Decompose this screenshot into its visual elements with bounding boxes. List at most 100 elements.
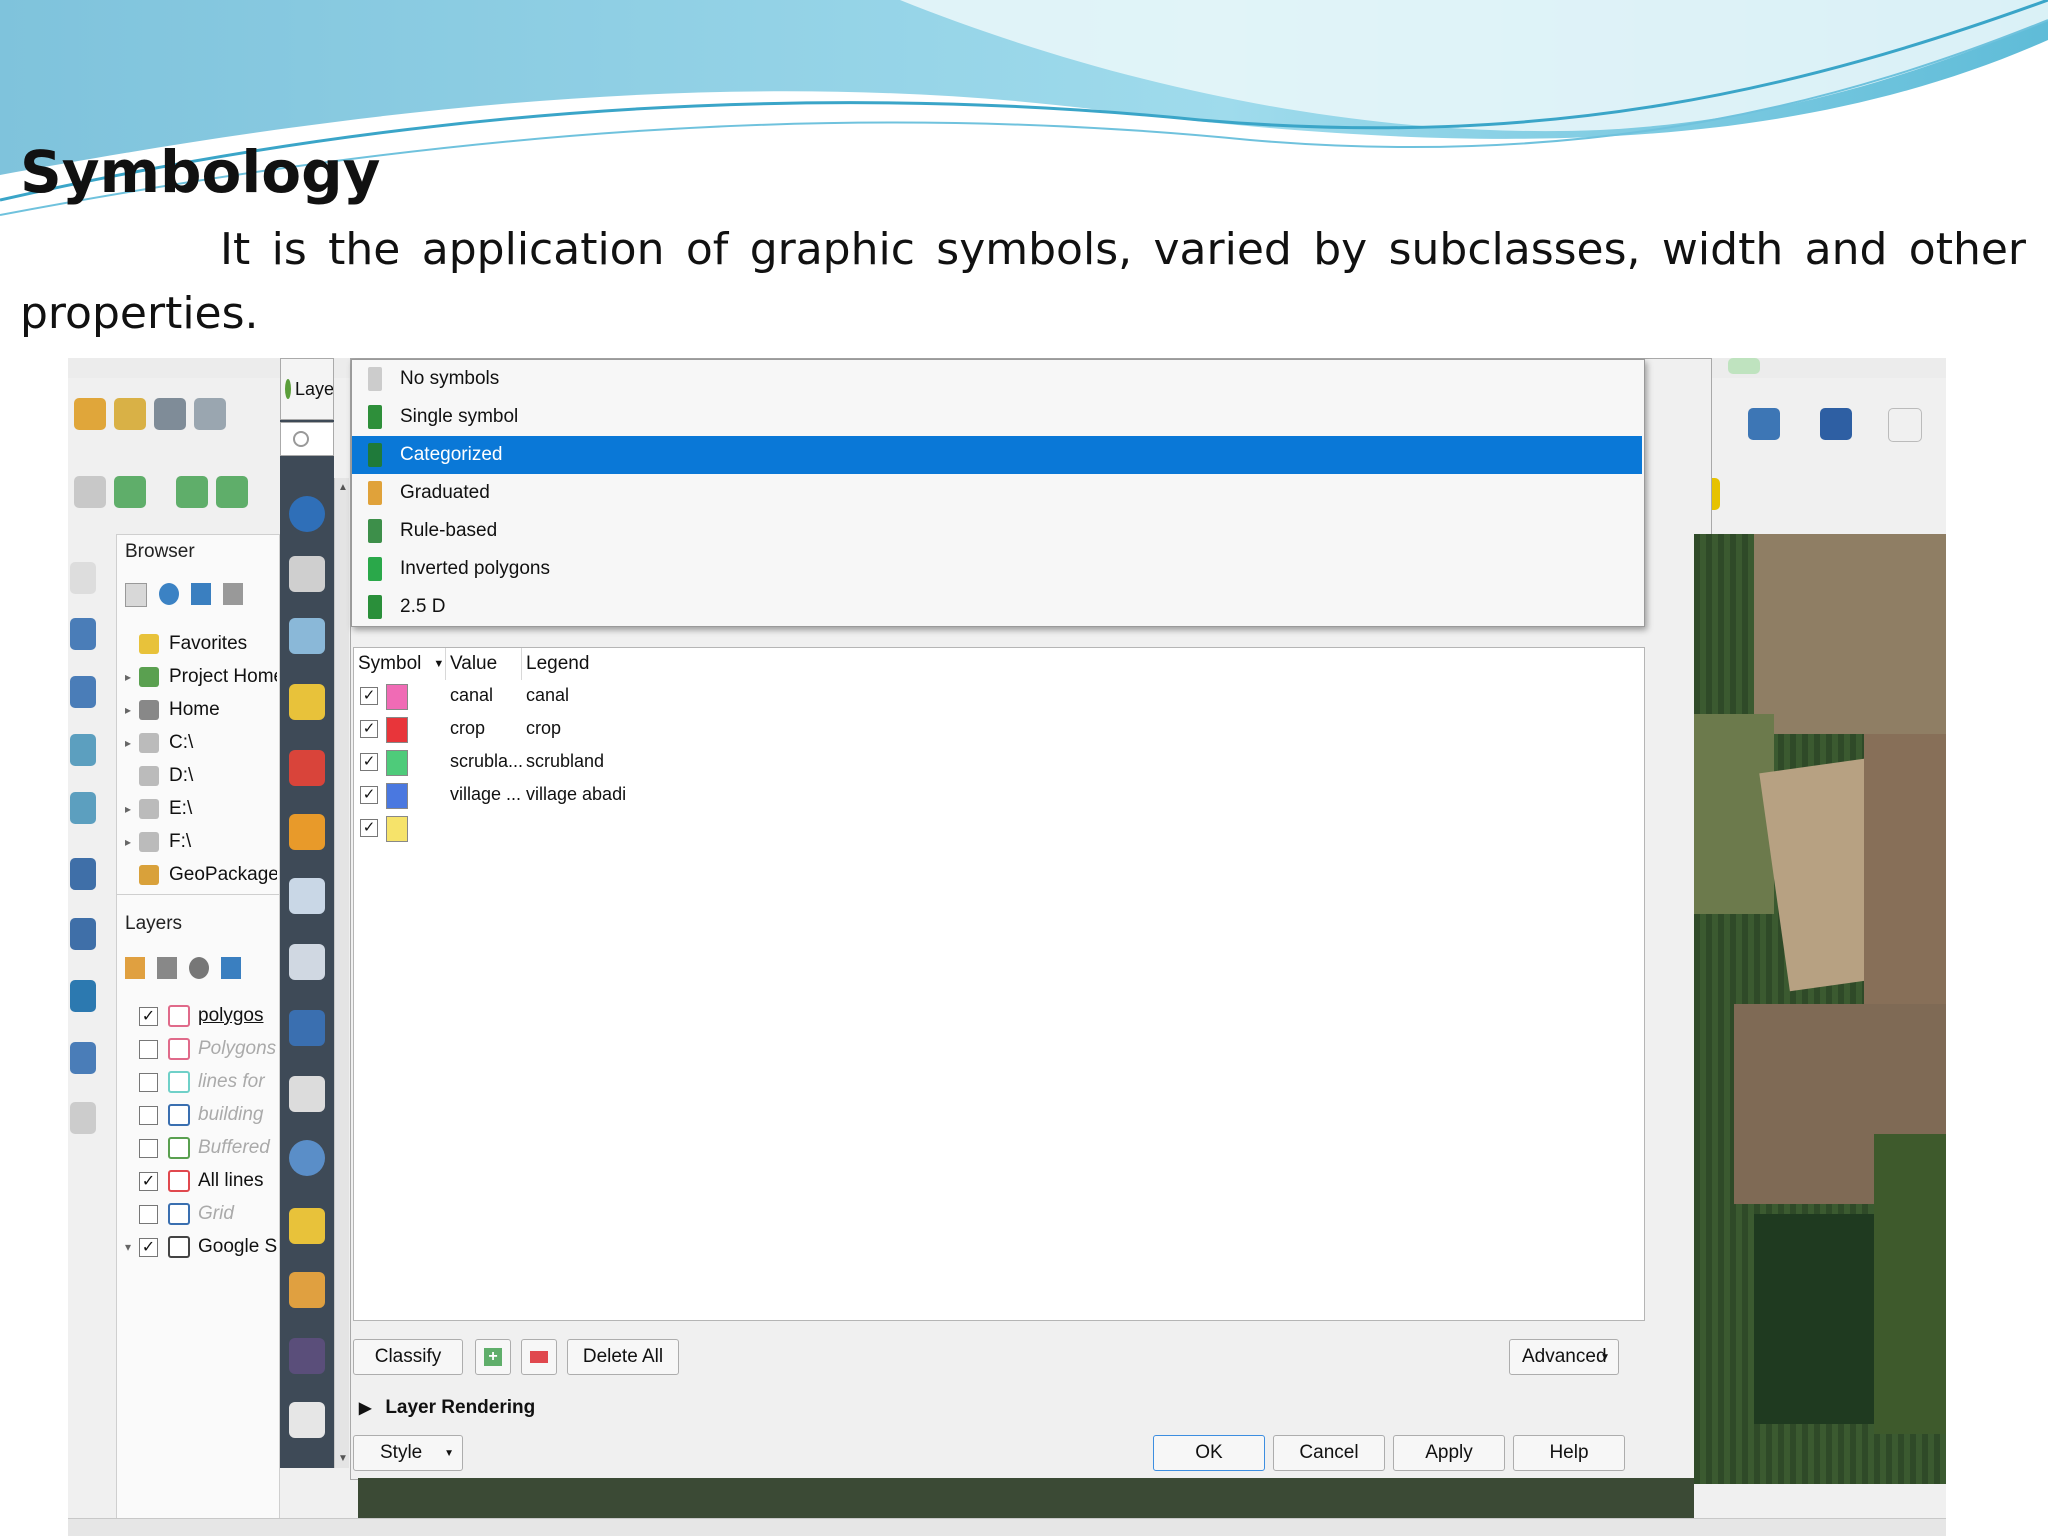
renderer-option[interactable]: No symbols — [352, 360, 1642, 398]
source-icon[interactable] — [289, 556, 325, 592]
layer-item[interactable]: building — [117, 1100, 264, 1130]
expand-arrow-icon[interactable]: ▸ — [117, 736, 139, 750]
layer-visibility-checkbox[interactable]: ✓ — [139, 1006, 158, 1026]
layer-visibility-checkbox[interactable] — [139, 1105, 158, 1125]
actions-icon[interactable] — [289, 1140, 325, 1176]
scroll-up-arrow-icon[interactable]: ▲ — [338, 482, 348, 493]
metadata-icon[interactable] — [289, 1402, 325, 1438]
globe-add-icon[interactable] — [70, 980, 96, 1012]
help-icon[interactable] — [1820, 408, 1852, 440]
renderer-option[interactable]: Inverted polygons — [352, 550, 1642, 588]
delete-all-button[interactable]: Delete All — [567, 1339, 679, 1375]
symbology-icon[interactable] — [289, 618, 325, 654]
scroll-down-arrow-icon[interactable]: ▼ — [338, 1453, 348, 1464]
expand-arrow-icon[interactable]: ▸ — [117, 703, 139, 717]
display-icon[interactable] — [289, 1208, 325, 1244]
add-selected-icon[interactable] — [125, 583, 147, 607]
category-checkbox[interactable]: ✓ — [360, 720, 378, 738]
browser-item[interactable]: ▸ Home — [117, 695, 220, 725]
crosshair-icon[interactable] — [1888, 408, 1922, 442]
layer-item[interactable]: Buffered — [117, 1133, 270, 1163]
category-symbol-swatch[interactable] — [386, 717, 408, 743]
layer-item[interactable]: ✓ polygos — [117, 1001, 264, 1031]
category-row[interactable]: ✓ — [354, 812, 1642, 844]
col-header-legend[interactable]: Legend — [522, 648, 1642, 680]
auxiliary-storage-icon[interactable] — [289, 1076, 325, 1112]
attributes-form-icon[interactable] — [289, 944, 325, 980]
category-symbol-swatch[interactable] — [386, 750, 408, 776]
refresh-icon[interactable] — [159, 583, 179, 605]
expand-arrow-icon[interactable]: ▸ — [117, 802, 139, 816]
layer-visibility-checkbox[interactable] — [139, 1204, 158, 1224]
browser-item[interactable]: Favorites — [117, 629, 247, 659]
browser-item[interactable]: ▸ C:\ — [117, 728, 193, 758]
expand-arrow-icon[interactable]: ▸ — [117, 670, 139, 684]
vertex-icon[interactable] — [70, 1102, 96, 1134]
renderer-option[interactable]: Rule-based — [352, 512, 1642, 550]
map-canvas[interactable] — [1694, 534, 1946, 1484]
3d-view-icon[interactable] — [289, 814, 325, 850]
collapse-all-icon[interactable] — [223, 583, 243, 605]
add-part-icon[interactable] — [70, 918, 96, 950]
browser-item[interactable]: GeoPackage — [117, 860, 277, 890]
col-header-symbol[interactable]: Symbol ▼ — [354, 648, 446, 680]
ok-button[interactable]: OK — [1153, 1435, 1265, 1471]
category-checkbox[interactable]: ✓ — [360, 753, 378, 771]
help-button[interactable]: Help — [1513, 1435, 1625, 1471]
renderer-option[interactable]: Categorized — [352, 436, 1642, 474]
category-row[interactable]: ✓ scrubla... scrubland — [354, 746, 1642, 778]
information-icon[interactable] — [289, 496, 325, 532]
category-symbol-swatch[interactable] — [386, 816, 408, 842]
advanced-button[interactable]: Advanced ▼ — [1509, 1339, 1619, 1375]
visibility-icon[interactable] — [189, 957, 209, 979]
add-feature-icon[interactable] — [114, 476, 146, 508]
open-project-icon[interactable] — [114, 398, 146, 430]
browser-item[interactable]: ▸ Project Home — [117, 662, 277, 692]
search-field[interactable] — [280, 422, 334, 456]
add-category-button[interactable]: + — [475, 1339, 511, 1375]
category-row[interactable]: ✓ crop crop — [354, 713, 1642, 745]
edit-feature-icon[interactable] — [176, 476, 208, 508]
renderer-option[interactable]: Graduated — [352, 474, 1642, 512]
renderer-option[interactable]: Single symbol — [352, 398, 1642, 436]
style-button[interactable]: Style ▼ — [353, 1435, 463, 1471]
layer-item[interactable]: Grid — [117, 1199, 234, 1229]
diagrams-icon[interactable] — [289, 750, 325, 786]
category-checkbox[interactable]: ✓ — [360, 687, 378, 705]
add-polygon-icon[interactable] — [70, 792, 96, 824]
layer-item[interactable]: ✓ All lines — [117, 1166, 263, 1196]
classify-button[interactable]: Classify — [353, 1339, 463, 1375]
add-curve-icon[interactable] — [70, 734, 96, 766]
layer-item[interactable]: ▾ ✓ Google S — [117, 1232, 277, 1262]
remove-category-button[interactable] — [521, 1339, 557, 1375]
browser-item[interactable]: ▸ E:\ — [117, 794, 192, 824]
col-header-value[interactable]: Value — [446, 648, 522, 680]
joins-icon[interactable] — [289, 1010, 325, 1046]
category-symbol-swatch[interactable] — [386, 783, 408, 809]
cancel-button[interactable]: Cancel — [1273, 1435, 1385, 1471]
rendering-icon[interactable] — [289, 1272, 325, 1308]
fields-icon[interactable] — [289, 878, 325, 914]
layer-item[interactable]: Polygons — [117, 1034, 276, 1064]
new-project-icon[interactable] — [74, 398, 106, 430]
layer-visibility-checkbox[interactable]: ✓ — [139, 1171, 158, 1191]
filter-legend-icon[interactable] — [221, 957, 241, 979]
layer-rendering-section[interactable]: ▶ Layer Rendering — [359, 1397, 535, 1419]
category-checkbox[interactable]: ✓ — [360, 786, 378, 804]
sidebar-scrollbar[interactable]: ▲ ▼ — [334, 478, 349, 1468]
select-icon[interactable] — [74, 476, 106, 508]
expand-arrow-icon[interactable]: ▸ — [117, 835, 139, 849]
apply-button[interactable]: Apply — [1393, 1435, 1505, 1471]
category-symbol-swatch[interactable] — [386, 684, 408, 710]
add-point-icon[interactable] — [70, 618, 96, 650]
browser-item[interactable]: ▸ F:\ — [117, 827, 191, 857]
layer-visibility-checkbox[interactable] — [139, 1039, 158, 1059]
labels-icon[interactable] — [289, 684, 325, 720]
add-group-icon[interactable] — [157, 957, 177, 979]
digitize-icon[interactable] — [194, 398, 226, 430]
layer-visibility-checkbox[interactable] — [139, 1072, 158, 1092]
layer-expand-icon[interactable]: ▾ — [117, 1240, 139, 1254]
python-icon[interactable] — [1748, 408, 1780, 440]
vector-layer-icon[interactable] — [154, 398, 186, 430]
category-row[interactable]: ✓ village ... village abadi — [354, 779, 1642, 811]
